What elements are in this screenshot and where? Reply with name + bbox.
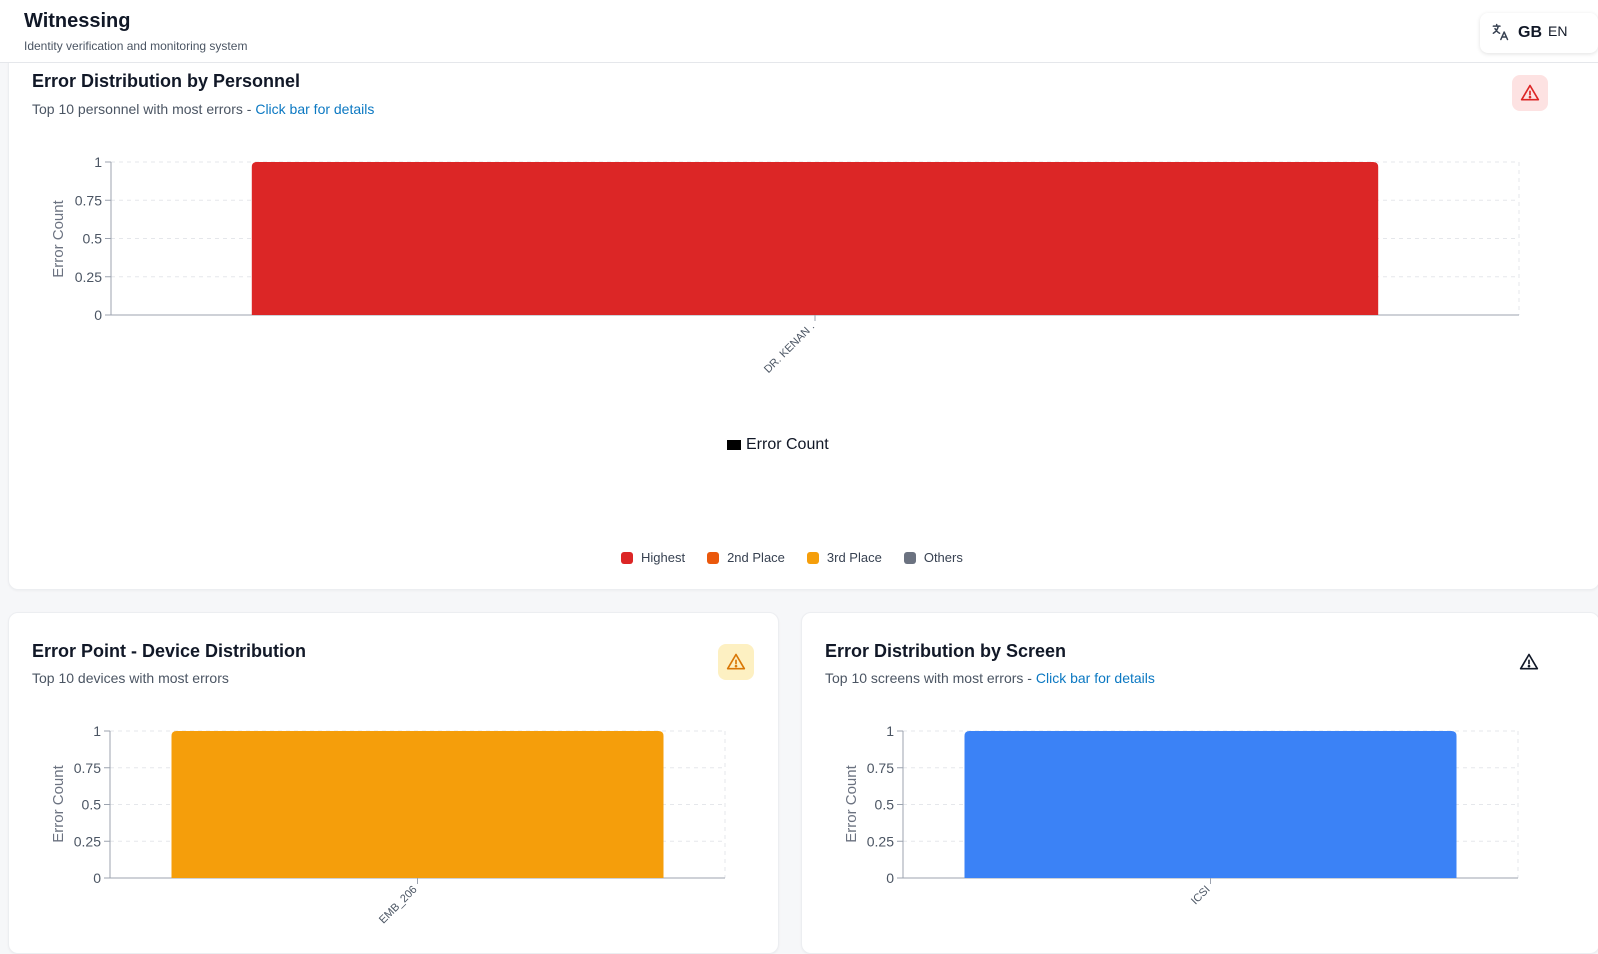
legend-2nd: 2nd Place <box>707 550 785 565</box>
y-tick-label: 0.75 <box>75 192 102 208</box>
device-card-subtitle: Top 10 devices with most errors <box>32 670 229 686</box>
y-tick-label: 0.5 <box>875 797 895 813</box>
y-axis-label: Error Count <box>843 764 860 842</box>
x-tick-label: EMB_206 <box>377 884 420 927</box>
app-title: Witnessing <box>24 10 131 32</box>
y-tick-label: 0 <box>93 870 101 886</box>
y-tick-label: 1 <box>94 154 102 170</box>
personnel-card-subtitle: Top 10 personnel with most errors - Clic… <box>32 101 374 117</box>
legend-highest: Highest <box>621 550 685 565</box>
screen-subtitle-text: Top 10 screens with most errors - <box>825 670 1036 686</box>
legend-highest-label: Highest <box>641 550 686 565</box>
legend-2nd-label: 2nd Place <box>727 550 785 565</box>
y-tick-label: 0.25 <box>867 833 894 849</box>
y-tick-label: 0 <box>886 870 894 886</box>
y-tick-label: 0.25 <box>74 833 101 849</box>
warning-icon <box>726 653 746 670</box>
device-bar-chart: 0 0.25 0.5 0.75 1 Error Count EMB_206 <box>50 723 726 927</box>
legend-3rd-label: 3rd Place <box>826 550 882 565</box>
x-tick-label: DR. KENAN . <box>762 321 817 376</box>
app-subtitle: Identity verification and monitoring sys… <box>24 39 248 53</box>
device-card-title: Error Point - Device Distribution <box>32 641 307 661</box>
top-bar: Witnessing Identity verification and mon… <box>0 0 1598 63</box>
warning-icon <box>1520 84 1540 101</box>
warning-icon <box>1519 653 1539 670</box>
personnel-card-title: Error Distribution by Personnel <box>32 71 301 91</box>
legend-dot <box>707 551 720 564</box>
language-code: EN <box>1548 23 1568 39</box>
screen-bar-chart: 0 0.25 0.5 0.75 1 Error Count ICSI <box>843 723 1519 908</box>
legend-label: Error Count <box>746 436 829 453</box>
screen-error-card: Error Distribution by Screen Top 10 scre… <box>801 612 1598 954</box>
personnel-warning-badge <box>1512 75 1548 111</box>
y-axis-label: Error Count <box>50 199 67 277</box>
screen-details-link[interactable]: Click bar for details <box>1036 670 1155 686</box>
y-tick-label: 0.5 <box>82 797 102 813</box>
y-tick-label: 0.75 <box>867 760 894 776</box>
y-tick-label: 0.25 <box>75 269 102 285</box>
y-axis-label: Error Count <box>50 764 67 842</box>
personnel-details-link[interactable]: Click bar for details <box>255 101 374 117</box>
legend-others-label: Others <box>923 550 963 565</box>
language-flag: GB <box>1518 24 1542 41</box>
y-tick-label: 1 <box>886 723 894 739</box>
screen-card-subtitle: Top 10 screens with most errors - Click … <box>825 670 1155 686</box>
legend-dot <box>903 551 916 564</box>
bar[interactable] <box>964 731 1457 878</box>
y-tick-label: 0.75 <box>74 760 101 776</box>
personnel-error-card: Error Distribution by Personnel Top 10 p… <box>8 40 1598 590</box>
legend-dot <box>806 551 819 564</box>
x-tick-label: ICSI <box>1189 884 1213 908</box>
legend-others: Others <box>903 550 963 565</box>
legend-dot <box>621 551 633 564</box>
screen-card-title: Error Distribution by Screen <box>825 641 1067 661</box>
y-tick-label: 0 <box>94 307 102 323</box>
bar[interactable] <box>251 162 1379 315</box>
personnel-subtitle-text: Top 10 personnel with most errors - <box>32 101 256 117</box>
rank-legend: Highest 2nd Place 3rd Place Others <box>621 550 963 565</box>
language-switcher[interactable]: GB EN <box>1480 13 1598 53</box>
legend-3rd: 3rd Place <box>806 550 882 565</box>
translate-icon <box>1490 22 1510 47</box>
device-warning-badge <box>718 644 754 680</box>
bar[interactable] <box>171 731 664 878</box>
personnel-bar-chart: 0 0.25 0.5 0.75 1 Error Count DR. KENAN . <box>50 154 1520 376</box>
chart-legend: Error Count <box>727 436 829 454</box>
screen-warning-badge <box>1511 644 1547 680</box>
y-tick-label: 0.5 <box>83 231 103 247</box>
y-tick-label: 1 <box>93 723 101 739</box>
device-error-card: Error Point - Device Distribution Top 10… <box>8 612 779 954</box>
legend-swatch <box>727 440 741 450</box>
